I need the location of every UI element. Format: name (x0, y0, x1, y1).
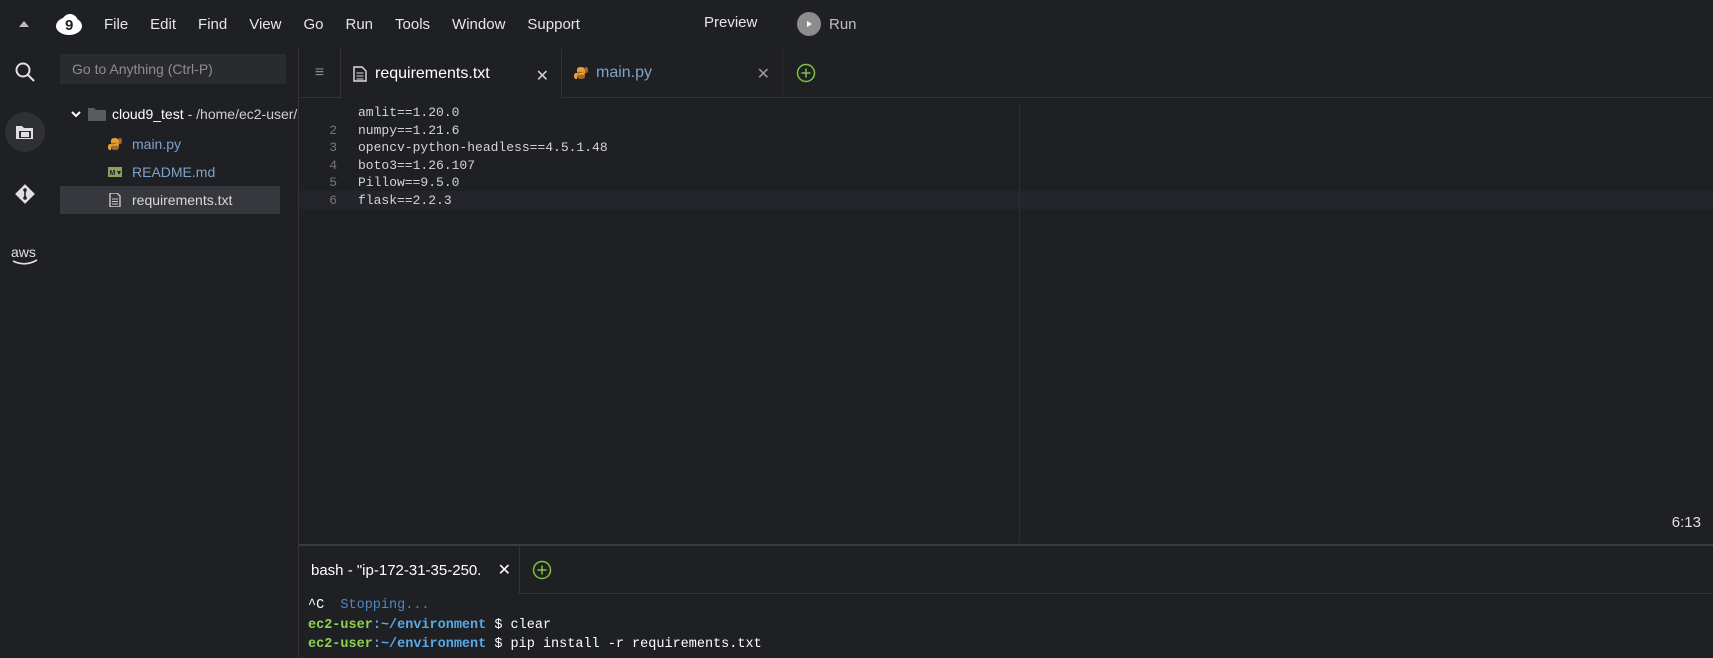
prompt-user: ec2-user (308, 637, 373, 652)
tab-label: requirements.txt (375, 65, 490, 82)
terminal-line: ec2-user:~/environment $ pip install -r … (308, 635, 762, 655)
python-icon (574, 67, 588, 79)
file-item-requirements[interactable]: requirements.txt (60, 186, 280, 214)
terminal-tab-label: bash - "ip-172-31-35-250. (311, 561, 482, 579)
root-folder-name: cloud9_test (112, 106, 184, 122)
add-tab-icon[interactable] (796, 63, 816, 83)
tab-menu-icon[interactable]: ≡ (299, 48, 341, 98)
line-number (299, 104, 337, 122)
menu-file[interactable]: File (104, 16, 128, 33)
aws-text: aws (11, 245, 36, 260)
file-label: main.py (132, 136, 182, 152)
code-line[interactable]: amlit==1.20.0 (358, 104, 608, 122)
editor-tab-bar: ≡ requirements.txt ✕ main.py ✕ (299, 48, 1713, 98)
close-icon[interactable]: ✕ (536, 66, 549, 86)
terminal-command: $ pip install -r requirements.txt (486, 637, 762, 652)
code-editor[interactable]: amlit==1.20.0 numpy==1.21.6 opencv-pytho… (358, 104, 608, 209)
menu-window[interactable]: Window (452, 16, 505, 33)
menu-go[interactable]: Go (303, 16, 323, 33)
preview-button[interactable]: Preview (704, 14, 757, 31)
menu-view[interactable]: View (249, 16, 281, 33)
svg-text:9: 9 (65, 17, 73, 34)
files-icon[interactable] (5, 112, 45, 152)
search-icon[interactable] (5, 52, 45, 92)
terminal-output[interactable]: ^C Stopping... ec2-user:~/environment $ … (308, 596, 762, 655)
code-line[interactable]: opencv-python-headless==4.5.1.48 (358, 139, 608, 157)
python-icon (108, 138, 122, 150)
line-number: 4 (329, 157, 337, 173)
tab-requirements[interactable]: requirements.txt ✕ (341, 48, 562, 98)
code-line[interactable]: Pillow==9.5.0 (358, 174, 608, 192)
line-gutter: 2 3 4 5 6 (299, 104, 337, 209)
text-file-icon (353, 66, 367, 82)
terminal-ctrl-c: ^C (308, 598, 325, 613)
prompt-path: :~/environment (372, 617, 487, 633)
code-line[interactable]: numpy==1.21.6 (358, 122, 608, 140)
menu-find[interactable]: Find (198, 16, 227, 33)
file-label: requirements.txt (132, 192, 233, 208)
terminal-status: Stopping... (340, 598, 430, 613)
file-label: README.md (132, 164, 216, 180)
aws-icon[interactable]: aws (5, 236, 45, 276)
close-icon[interactable]: ✕ (757, 64, 770, 84)
line-number: 2 (329, 122, 337, 138)
activity-bar: aws (0, 48, 50, 658)
chevron-down-icon[interactable] (70, 109, 82, 119)
terminal-line: ec2-user:~/environment $ clear (308, 616, 762, 636)
file-item-main-py[interactable]: main.py (60, 130, 280, 158)
run-label: Run (829, 15, 857, 33)
cursor-position[interactable]: 6:13 (1672, 514, 1701, 531)
prompt-path: :~/environment (372, 637, 487, 652)
line-number: 6 (329, 192, 337, 208)
play-icon (797, 12, 821, 36)
terminal-tab-bar: bash - "ip-172-31-35-250. ✕ (299, 546, 1713, 594)
terminal-panel: bash - "ip-172-31-35-250. ✕ ^C Stopping.… (298, 544, 1713, 658)
prompt-user: ec2-user (308, 617, 373, 633)
menu-bar: 9 File Edit Find View Go Run Tools Windo… (0, 0, 1713, 48)
markdown-icon: M (108, 167, 122, 177)
menu-run[interactable]: Run (345, 16, 373, 33)
tab-label: main.py (596, 64, 653, 81)
terminal-tab-bash[interactable]: bash - "ip-172-31-35-250. ✕ (299, 546, 520, 594)
file-explorer: Go to Anything (Ctrl-P) cloud9_test - /h… (50, 48, 374, 658)
code-line[interactable]: boto3==1.26.107 (358, 157, 608, 175)
editor-area: ≡ requirements.txt ✕ main.py ✕ 2 3 4 5 6… (298, 48, 1713, 544)
tab-main-py[interactable]: main.py ✕ (562, 48, 783, 98)
menu-tools[interactable]: Tools (395, 16, 430, 33)
git-icon[interactable] (5, 174, 45, 214)
cloud9-logo-icon[interactable]: 9 (55, 12, 83, 36)
menu-items: File Edit Find View Go Run Tools Window … (104, 0, 602, 48)
code-line[interactable]: flask==2.2.3 (358, 192, 608, 210)
run-button[interactable]: Run (797, 12, 857, 36)
close-icon[interactable]: ✕ (498, 560, 511, 580)
add-terminal-icon[interactable] (532, 560, 552, 580)
menu-edit[interactable]: Edit (150, 16, 176, 33)
goto-anything-input[interactable]: Go to Anything (Ctrl-P) (60, 54, 286, 84)
svg-text:M: M (110, 170, 116, 177)
terminal-line: ^C Stopping... (308, 596, 762, 616)
line-number: 5 (329, 175, 337, 190)
menu-support[interactable]: Support (527, 16, 580, 33)
text-file-icon (109, 193, 121, 207)
file-item-readme[interactable]: M README.md (60, 158, 280, 186)
folder-icon (88, 108, 106, 121)
collapse-chevron-icon[interactable] (17, 17, 31, 31)
line-number: 3 (329, 140, 337, 155)
terminal-command: $ clear (486, 617, 552, 633)
print-margin (1019, 104, 1020, 542)
